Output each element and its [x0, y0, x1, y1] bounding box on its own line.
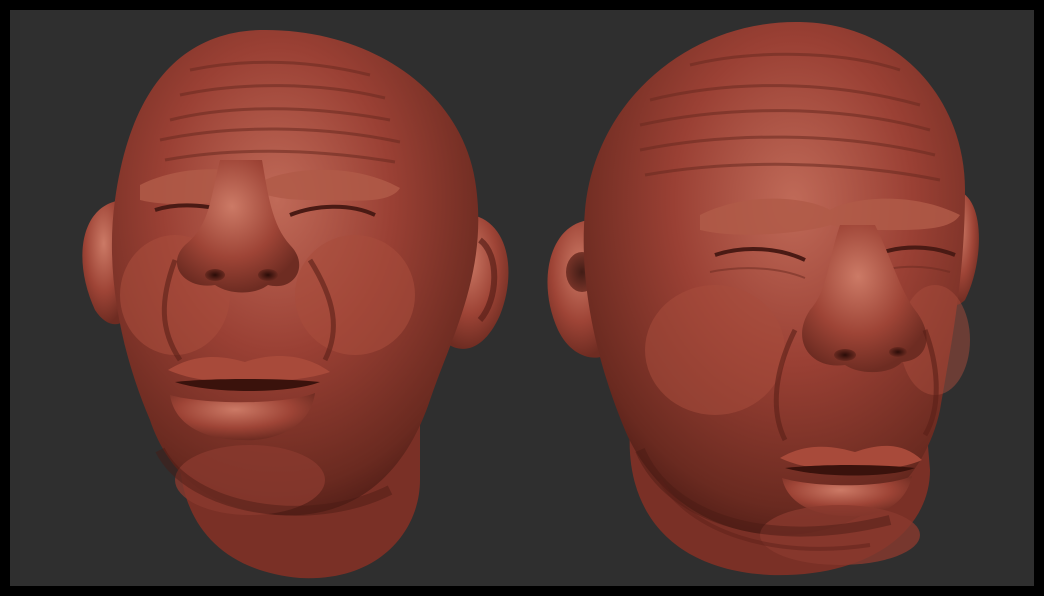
image-frame [0, 0, 1044, 596]
render-canvas [82, 21, 979, 579]
render-viewport [10, 10, 1034, 586]
sculpted-head-front [82, 29, 509, 579]
sculpted-head-three-quarter [547, 21, 979, 576]
